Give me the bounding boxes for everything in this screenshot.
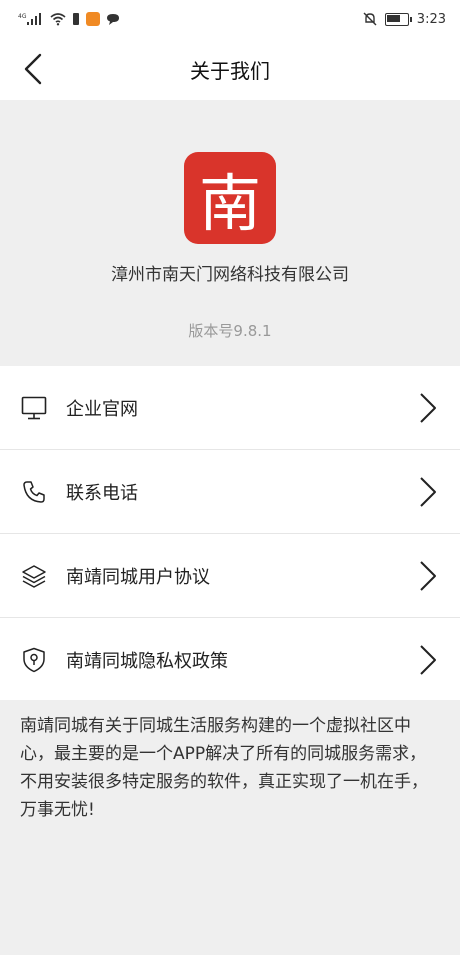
chevron-right-icon [420,393,436,423]
menu-label-user-agreement: 南靖同城用户协议 [66,566,210,588]
menu-item-privacy-policy[interactable]: 南靖同城隐私权政策 [0,618,460,702]
chevron-right-icon [420,561,436,591]
mute-bell-icon [363,12,377,26]
wifi-icon [50,12,66,26]
chevron-right-icon [420,477,436,507]
status-bar: 4G 3:23 [0,0,460,38]
about-section: 南靖同城有关于同城生活服务构建的一个虚拟社区中心，最主要的是一个APP解决了所有… [0,700,460,955]
app-logo: 南 [184,152,276,244]
menu-label-privacy-policy: 南靖同城隐私权政策 [66,651,228,672]
page-title: 关于我们 [190,58,270,83]
app-notification-icon [86,12,100,26]
menu-label-phone: 联系电话 [66,482,138,504]
company-name: 漳州市南天门网络科技有限公司 [111,265,349,285]
clock: 3:23 [416,11,446,27]
about-description: 南靖同城有关于同城生活服务构建的一个虚拟社区中心，最主要的是一个APP解决了所有… [20,716,428,820]
chevron-left-icon [24,53,42,85]
notification-icon [72,12,80,26]
nav-bar: 关于我们 [0,38,460,100]
menu-item-website[interactable]: 企业官网 [0,366,460,450]
menu-item-phone[interactable]: 联系电话 [0,450,460,534]
cellular-signal-icon: 4G [18,12,44,26]
menu-list: 企业官网 联系电话 南靖同城用户协议 南靖同城隐私权政策 [0,366,460,702]
back-button[interactable] [14,50,52,88]
network-type-label: 4G [18,13,27,20]
phone-icon [20,478,48,506]
status-right: 3:23 [363,12,460,27]
logo-char: 南 [198,167,261,240]
battery-icon [384,12,412,26]
version-label: 版本号9.8.1 [188,322,272,340]
chat-icon [106,13,120,26]
about-header: 南 漳州市南天门网络科技有限公司 版本号9.8.1 [0,100,460,366]
monitor-icon [20,394,48,422]
chevron-right-icon [420,645,436,675]
shield-icon [20,646,48,674]
menu-label-website: 企业官网 [66,398,138,420]
layers-icon [20,562,48,590]
menu-item-user-agreement[interactable]: 南靖同城用户协议 [0,534,460,618]
status-left: 4G [0,12,120,26]
